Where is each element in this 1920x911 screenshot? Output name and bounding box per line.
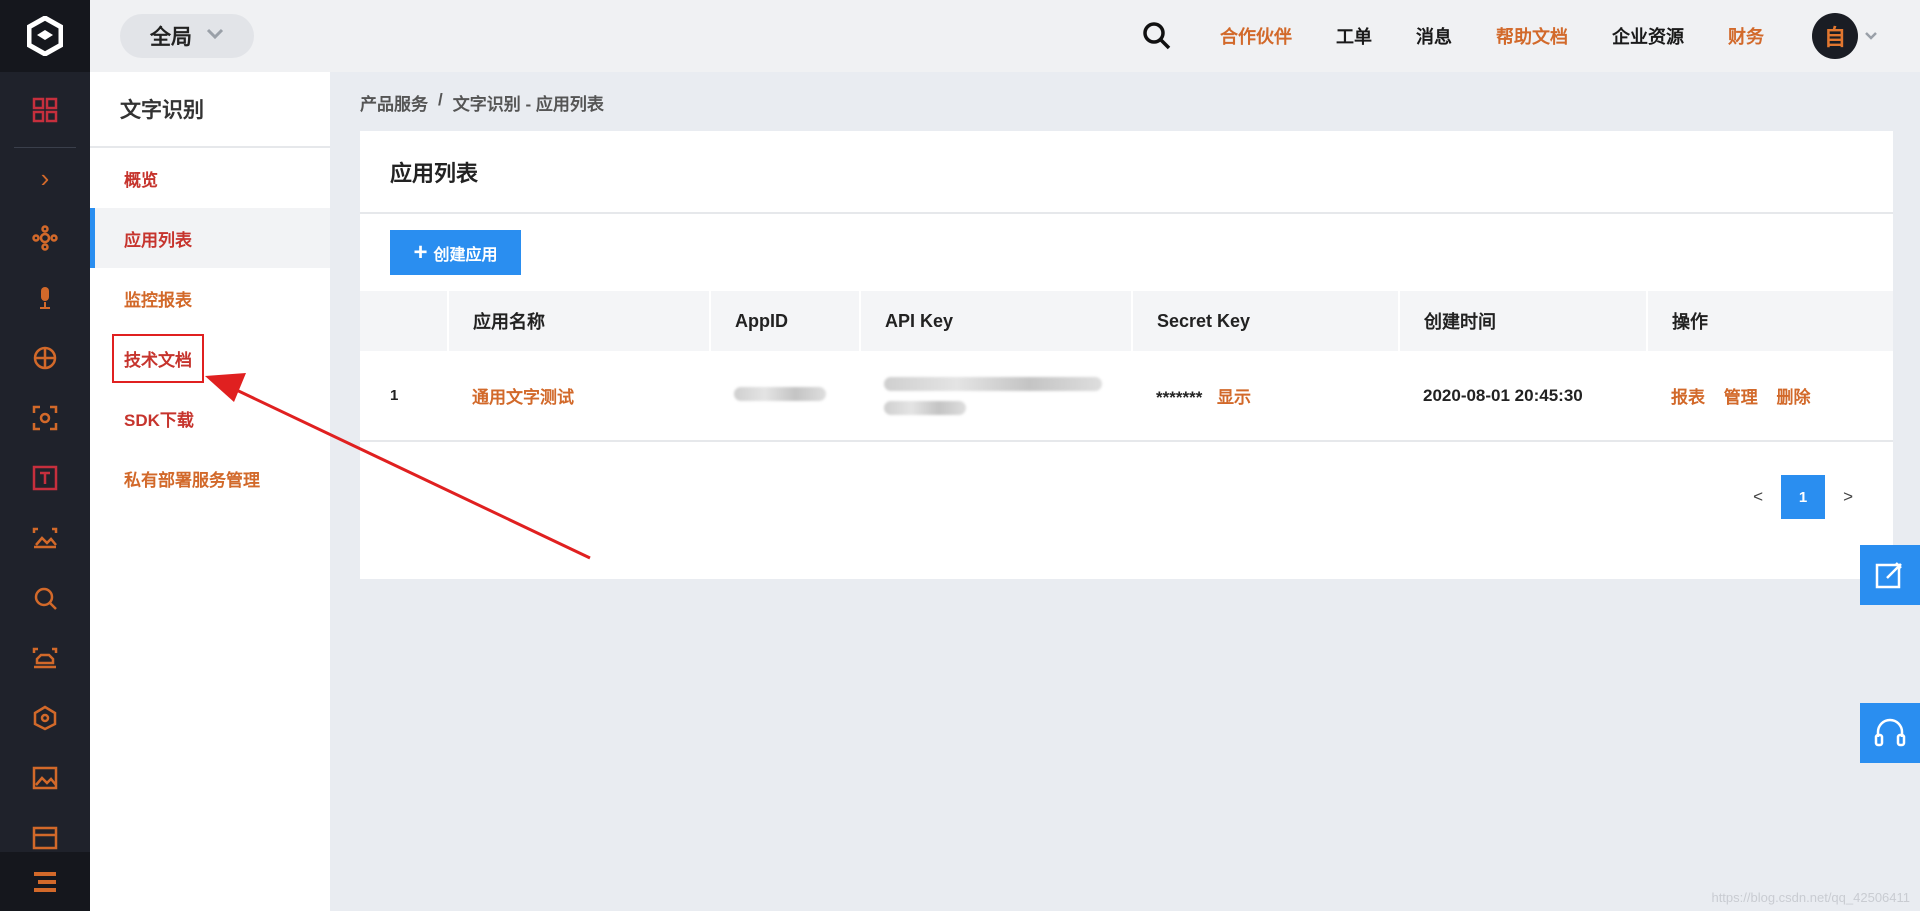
plus-icon: + bbox=[413, 238, 428, 266]
next-page-button[interactable]: > bbox=[1843, 487, 1853, 507]
nav-tickets[interactable]: 工单 bbox=[1336, 23, 1372, 49]
col-header-index bbox=[360, 291, 449, 351]
col-header-created-at: 创建时间 bbox=[1399, 291, 1648, 351]
product-sidebar: 文字识别 概览 应用列表 监控报表 技术文档 SDK下载 私有部署服务管理 bbox=[90, 72, 330, 911]
scope-label: 全局 bbox=[150, 26, 192, 49]
image-effect-icon[interactable] bbox=[0, 748, 90, 808]
user-menu[interactable]: 自 bbox=[1812, 13, 1878, 59]
breadcrumb: 产品服务 / 文字识别 - 应用列表 bbox=[360, 90, 604, 115]
sidebar-title: 文字识别 bbox=[90, 72, 330, 148]
sidebar-item-private-deploy[interactable]: 私有部署服务管理 bbox=[90, 448, 330, 508]
scope-selector[interactable]: 全局 bbox=[120, 14, 254, 58]
col-header-app-name: 应用名称 bbox=[448, 291, 711, 351]
face-scan-icon[interactable] bbox=[0, 388, 90, 448]
row-app-name-cell: 通用文字测试 bbox=[448, 351, 710, 441]
row-index: 1 bbox=[390, 387, 399, 404]
nav-messages[interactable]: 消息 bbox=[1416, 23, 1452, 49]
create-app-label: 创建应用 bbox=[433, 246, 498, 264]
manage-link[interactable]: 管理 bbox=[1724, 388, 1758, 407]
row-secret-key-cell: ******* 显示 bbox=[1132, 351, 1399, 441]
row-created-at: 2020-08-01 20:45:30 bbox=[1423, 385, 1583, 405]
pagination: < 1 > bbox=[1753, 475, 1853, 519]
app-list-panel: 应用列表 + 创建应用 应用名称 AppID API Key Secret Ke… bbox=[360, 131, 1893, 579]
page-title: 应用列表 bbox=[360, 131, 1893, 214]
logo-icon[interactable] bbox=[0, 0, 90, 72]
show-secret-link[interactable]: 显示 bbox=[1217, 388, 1251, 407]
chevron-down-icon bbox=[1864, 28, 1878, 44]
col-header-secret-key: Secret Key bbox=[1132, 291, 1400, 351]
sidebar-item-label: 监控报表 bbox=[124, 290, 192, 310]
breadcrumb-current: 文字识别 - 应用列表 bbox=[452, 95, 604, 114]
col-header-appid: AppID bbox=[710, 291, 861, 351]
vehicle-recognition-icon[interactable] bbox=[0, 628, 90, 688]
sidebar-item-label: 概览 bbox=[124, 170, 158, 190]
delete-link[interactable]: 删除 bbox=[1776, 388, 1810, 407]
nav-partners[interactable]: 合作伙伴 bbox=[1220, 23, 1292, 49]
text-recognition-icon[interactable] bbox=[0, 448, 90, 508]
page-number-button[interactable]: 1 bbox=[1781, 475, 1826, 519]
blurred-appid bbox=[734, 386, 826, 401]
sidebar-item-label: SDK下载 bbox=[124, 410, 194, 430]
app-name-link[interactable]: 通用文字测试 bbox=[472, 388, 574, 407]
sidebar-item-monitor-report[interactable]: 监控报表 bbox=[90, 268, 330, 328]
app-table: 应用名称 AppID API Key Secret Key 创建时间 操作 1 … bbox=[360, 291, 1893, 442]
report-link[interactable]: 报表 bbox=[1671, 388, 1705, 407]
search-icon[interactable] bbox=[1142, 21, 1172, 51]
dashboard-grid-icon[interactable] bbox=[14, 72, 76, 148]
breadcrumb-separator: / bbox=[438, 90, 443, 109]
customer-service-headset-icon[interactable] bbox=[1860, 703, 1920, 763]
microphone-icon[interactable] bbox=[0, 268, 90, 328]
table-header-row: 应用名称 AppID API Key Secret Key 创建时间 操作 bbox=[360, 291, 1893, 351]
top-bar: 全局 合作伙伴 工单 消息 帮助文档 企业资源 财务 自 bbox=[90, 0, 1920, 72]
create-app-button[interactable]: + 创建应用 bbox=[390, 230, 521, 275]
image-recognition-icon[interactable] bbox=[0, 508, 90, 568]
sidebar-item-overview[interactable]: 概览 bbox=[90, 148, 330, 208]
sidebar-item-label: 私有部署服务管理 bbox=[124, 470, 260, 490]
expand-chevron-icon[interactable]: › bbox=[0, 148, 90, 208]
avatar[interactable]: 自 bbox=[1812, 13, 1858, 59]
col-header-actions: 操作 bbox=[1672, 312, 1708, 332]
nav-help-docs[interactable]: 帮助文档 bbox=[1496, 23, 1568, 49]
globe-icon[interactable] bbox=[0, 328, 90, 388]
blurred-api-key-line1 bbox=[884, 376, 1102, 391]
feedback-edit-icon[interactable] bbox=[1860, 545, 1920, 605]
sidebar-item-sdk-download[interactable]: SDK下载 bbox=[90, 388, 330, 448]
network-icon[interactable] bbox=[0, 208, 90, 268]
cube-icon[interactable] bbox=[0, 688, 90, 748]
watermark: https://blog.csdn.net/qq_42506411 bbox=[1711, 890, 1910, 905]
col-header-api-key: API Key bbox=[860, 291, 1133, 351]
row-actions-cell: 报表 管理 删除 bbox=[1647, 351, 1893, 441]
top-nav: 合作伙伴 工单 消息 帮助文档 企业资源 财务 自 bbox=[1142, 0, 1878, 72]
table-row: 1 通用文字测试 ******* 显示 2020-08-01 20:45:30 … bbox=[360, 351, 1893, 441]
breadcrumb-root[interactable]: 产品服务 bbox=[360, 90, 428, 115]
sidebar-item-app-list[interactable]: 应用列表 bbox=[90, 208, 330, 268]
icon-rail: › bbox=[0, 0, 90, 911]
sidebar-item-tech-docs[interactable]: 技术文档 bbox=[90, 328, 330, 388]
nav-finance[interactable]: 财务 bbox=[1728, 23, 1764, 49]
blurred-api-key-line2 bbox=[884, 400, 966, 415]
nav-enterprise-resources[interactable]: 企业资源 bbox=[1612, 23, 1684, 49]
sidebar-item-label: 应用列表 bbox=[124, 230, 192, 250]
row-appid-cell bbox=[710, 351, 860, 441]
prev-page-button[interactable]: < bbox=[1753, 487, 1763, 507]
search-analysis-icon[interactable] bbox=[0, 568, 90, 628]
secret-key-masked: ******* bbox=[1156, 388, 1203, 407]
sidebar-item-label: 技术文档 bbox=[112, 333, 204, 383]
row-api-key-cell bbox=[860, 351, 1132, 441]
chevron-down-icon bbox=[206, 27, 224, 45]
menu-collapse-icon[interactable] bbox=[0, 852, 90, 911]
